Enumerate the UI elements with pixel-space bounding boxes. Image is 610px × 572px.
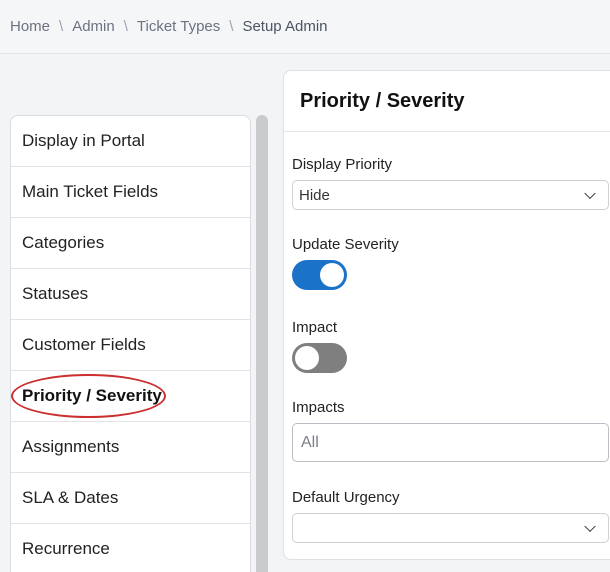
nav-item-main-ticket-fields[interactable]: Main Ticket Fields — [11, 167, 250, 218]
impact-toggle[interactable] — [292, 343, 347, 373]
default-urgency-select[interactable] — [292, 513, 609, 543]
nav-item-label: SLA & Dates — [22, 488, 119, 507]
nav-item-sla-dates[interactable]: SLA & Dates — [11, 473, 250, 524]
update-severity-toggle[interactable] — [292, 260, 347, 290]
nav-item-label: Main Ticket Fields — [22, 182, 159, 201]
impacts-label: Impacts — [292, 399, 345, 416]
chevron-down-icon — [584, 520, 596, 533]
nav-item-label: Assignments — [22, 437, 120, 456]
default-urgency-label: Default Urgency — [292, 489, 400, 506]
impact-label: Impact — [292, 319, 338, 336]
breadcrumb-setup-admin: Setup Admin — [242, 18, 328, 35]
nav-item-categories[interactable]: Categories — [11, 218, 250, 269]
nav-item-recurrence[interactable]: Recurrence — [11, 524, 250, 572]
nav-item-label: Recurrence — [22, 539, 110, 558]
nav-item-assignments[interactable]: Assignments — [11, 422, 250, 473]
breadcrumb-separator: \ — [123, 18, 128, 35]
display-priority-label: Display Priority — [292, 156, 393, 173]
nav-item-priority-severity[interactable]: Priority / Severity — [11, 371, 250, 422]
nav-item-label: Display in Portal — [22, 131, 145, 150]
breadcrumb-separator: \ — [229, 18, 234, 35]
priority-severity-panel: Priority / Severity Display Priority Hid… — [283, 70, 610, 560]
nav-item-label: Customer Fields — [22, 335, 146, 354]
nav-item-display-in-portal[interactable]: Display in Portal — [11, 116, 250, 167]
nav-item-customer-fields[interactable]: Customer Fields — [11, 320, 250, 371]
settings-nav: Display in Portal Main Ticket Fields Cat… — [10, 115, 251, 572]
chevron-down-icon — [584, 187, 596, 200]
update-severity-label: Update Severity — [292, 236, 399, 253]
nav-scrollbar[interactable] — [256, 115, 268, 572]
breadcrumb-admin[interactable]: Admin — [72, 18, 115, 35]
nav-item-label: Priority / Severity — [22, 386, 162, 405]
breadcrumb-home[interactable]: Home — [10, 18, 50, 35]
impacts-input[interactable] — [292, 423, 609, 462]
display-priority-select[interactable]: Hide — [292, 180, 609, 210]
nav-item-statuses[interactable]: Statuses — [11, 269, 250, 320]
breadcrumb-separator: \ — [59, 18, 64, 35]
breadcrumb-ticket-types[interactable]: Ticket Types — [137, 18, 220, 35]
breadcrumb: Home \ Admin \ Ticket Types \ Setup Admi… — [0, 0, 610, 54]
display-priority-value: Hide — [299, 186, 330, 204]
toggle-knob — [295, 346, 319, 370]
panel-title: Priority / Severity — [284, 71, 610, 132]
toggle-knob — [320, 263, 344, 287]
nav-item-label: Statuses — [22, 284, 89, 303]
nav-item-label: Categories — [22, 233, 105, 252]
